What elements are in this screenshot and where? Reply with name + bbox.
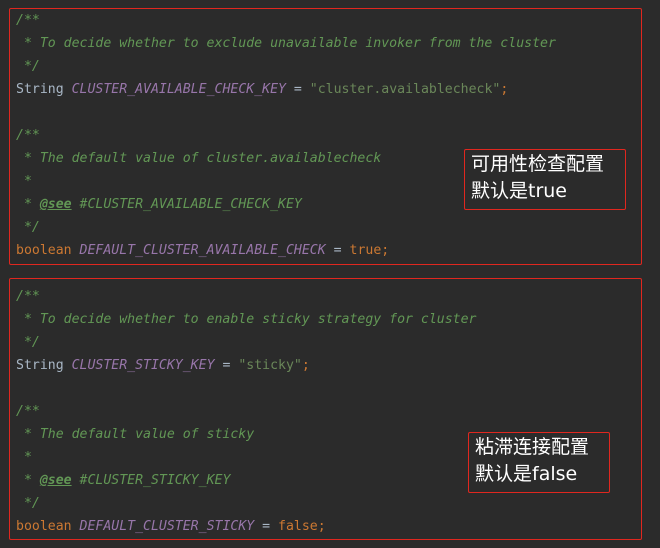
- constant-name: DEFAULT_CLUSTER_STICKY: [79, 519, 255, 534]
- boolean-value: false: [278, 519, 318, 534]
- doc-comment-close: */: [16, 59, 40, 74]
- code-block-sticky: /** * To decide whether to enable sticky…: [16, 285, 477, 538]
- assign-operator: =: [214, 358, 239, 373]
- constant-name: DEFAULT_CLUSTER_AVAILABLE_CHECK: [79, 243, 326, 258]
- doc-comment-open: /**: [16, 404, 40, 419]
- note-line-2: 默认是true: [471, 180, 567, 202]
- see-prefix: *: [16, 197, 40, 212]
- see-prefix: *: [16, 473, 40, 488]
- declaration-default-cluster-available-check: boolean DEFAULT_CLUSTER_AVAILABLE_CHECK …: [16, 239, 556, 262]
- assign-operator: =: [285, 82, 310, 97]
- semicolon: ;: [381, 243, 390, 258]
- see-reference: #CLUSTER_AVAILABLE_CHECK_KEY: [71, 197, 302, 212]
- type-keyword: String: [16, 82, 64, 97]
- type-keyword: boolean: [16, 519, 72, 534]
- assign-operator: =: [325, 243, 350, 258]
- annotation-note-sticky: 粘滞连接配置 默认是false: [468, 432, 610, 493]
- doc-comment-close: */: [16, 220, 40, 235]
- type-keyword: boolean: [16, 243, 72, 258]
- doc-comment-close: */: [16, 496, 40, 511]
- code-block-availablecheck: /** * To decide whether to exclude unava…: [16, 9, 556, 262]
- doc-comment-open: /**: [16, 128, 40, 143]
- semicolon: ;: [301, 358, 310, 373]
- semicolon: ;: [500, 82, 509, 97]
- declaration-cluster-available-check-key: String CLUSTER_AVAILABLE_CHECK_KEY = "cl…: [16, 78, 556, 101]
- string-value: "sticky": [238, 358, 302, 373]
- see-tag: @see: [39, 473, 72, 488]
- constant-name: CLUSTER_STICKY_KEY: [71, 358, 215, 373]
- doc-comment-open: /**: [16, 13, 40, 28]
- doc-comment-see: * @see #CLUSTER_STICKY_KEY: [16, 469, 477, 492]
- declaration-default-cluster-sticky: boolean DEFAULT_CLUSTER_STICKY = false;: [16, 515, 477, 538]
- semicolon: ;: [317, 519, 326, 534]
- note-line-1: 粘滞连接配置: [475, 436, 590, 458]
- constant-name: CLUSTER_AVAILABLE_CHECK_KEY: [71, 82, 286, 97]
- doc-comment-blank: *: [16, 450, 32, 465]
- declaration-cluster-sticky-key: String CLUSTER_STICKY_KEY = "sticky";: [16, 354, 477, 377]
- doc-comment-text: * The default value of sticky: [16, 427, 255, 442]
- see-tag: @see: [39, 197, 72, 212]
- doc-comment-text: * To decide whether to enable sticky str…: [16, 312, 477, 327]
- doc-comment-text: * To decide whether to exclude unavailab…: [16, 36, 556, 51]
- annotation-note-availablecheck: 可用性检查配置 默认是true: [464, 149, 626, 210]
- assign-operator: =: [254, 519, 279, 534]
- doc-comment-open: /**: [16, 289, 40, 304]
- doc-comment-close: */: [16, 335, 40, 350]
- note-line-2: 默认是false: [475, 463, 578, 485]
- type-keyword: String: [16, 358, 64, 373]
- note-line-1: 可用性检查配置: [471, 153, 605, 175]
- boolean-value: true: [349, 243, 382, 258]
- string-value: "cluster.availablecheck": [309, 82, 501, 97]
- see-reference: #CLUSTER_STICKY_KEY: [71, 473, 231, 488]
